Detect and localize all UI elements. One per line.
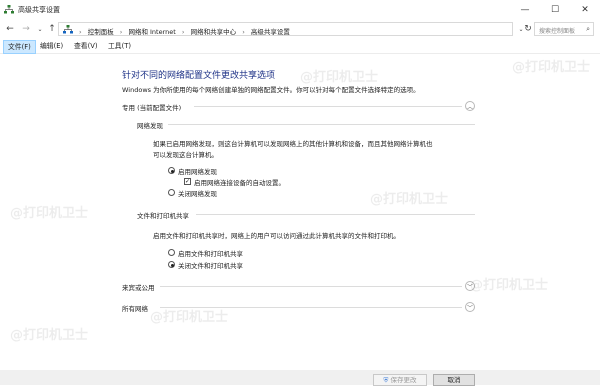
forward-arrow-icon: → [22,24,30,34]
forward-button[interactable]: → [20,23,32,35]
section-divider [168,124,475,125]
profile-private-label[interactable]: 专用 (当前配置文件) [122,102,181,112]
breadcrumb-network-sharing-center[interactable]: 网络和共享中心 [191,28,237,36]
file-sharing-description: 启用文件和打印机共享时，网络上的用户可以访问通过此计算机共享的文件和打印机。 [153,232,400,240]
watermark: @打印机卫士 [370,192,449,207]
cancel-button[interactable]: 取消 [433,374,475,386]
file-sharing-on-label[interactable]: 启用文件和打印机共享 [178,248,243,258]
address-bar[interactable]: › 控制面板 › 网络和 Internet › 网络和共享中心 › 高级共享设置 [58,22,513,36]
file-sharing-off-radio[interactable] [168,261,175,268]
menu-tools[interactable]: 工具(T) [104,40,135,52]
recent-locations-button[interactable]: ⌄ [34,23,46,35]
file-sharing-title: 文件和打印机共享 [137,212,189,220]
maximize-icon: ☐ [550,5,560,15]
close-icon: ✕ [581,5,589,15]
network-discovery-title: 网络发现 [137,122,163,130]
watermark: @打印机卫士 [512,60,591,75]
watermark: @打印机卫士 [300,70,379,85]
network-discovery-description-2: 可以发现这台计算机。 [153,151,218,159]
search-placeholder: 搜索控制面板 [539,28,576,35]
menu-bar: 文件(F) 编辑(E) 查看(V) 工具(T) [0,39,600,54]
chevron-down-icon: ⌄ [37,25,43,33]
page-heading: 针对不同的网络配置文件更改共享选项 [122,71,276,81]
breadcrumb-network-internet[interactable]: 网络和 Internet [128,28,175,36]
section-divider [160,286,462,287]
maximize-button[interactable]: ☐ [540,0,570,20]
minimize-button[interactable]: — [510,0,540,20]
section-divider [194,106,462,107]
search-input[interactable]: 搜索控制面板 ⌕ [534,22,594,36]
checkmark-icon: ✓ [185,178,191,185]
auto-setup-checkbox[interactable]: ✓ [184,178,191,185]
file-sharing-off-label[interactable]: 关闭文件和打印机共享 [178,260,243,270]
profile-all-toggle[interactable]: ﹀ [465,302,475,312]
watermark: @打印机卫士 [10,206,89,221]
up-arrow-icon: ↑ [48,24,56,34]
file-sharing-on-radio[interactable] [168,249,175,256]
footer-bar: ⛨ 保存更改 取消 [0,370,600,386]
chevron-up-icon: ︿ [466,103,473,111]
shield-icon: ⛨ [383,376,389,384]
minimize-icon: — [520,5,530,15]
address-row: ← → ⌄ ↑ › 控制面板 › 网络和 Internet › 网络和共享中心 … [0,20,600,38]
back-button[interactable]: ← [4,23,16,35]
back-arrow-icon: ← [6,24,14,34]
refresh-button[interactable]: ↻ [522,23,534,35]
breadcrumb-control-panel[interactable]: 控制面板 [88,28,114,36]
refresh-icon: ↻ [524,24,532,34]
network-discovery-off-label[interactable]: 关闭网络发现 [178,188,217,198]
up-button[interactable]: ↑ [46,23,58,35]
title-bar: 高级共享设置 — ☐ ✕ [0,0,600,20]
menu-edit[interactable]: 编辑(E) [36,40,67,52]
auto-setup-label[interactable]: 启用网络连接设备的自动设置。 [194,177,285,187]
watermark: @打印机卫士 [470,278,549,293]
breadcrumb: › 控制面板 › 网络和 Internet › 网络和共享中心 › 高级共享设置 [79,28,290,36]
search-icon: ⌕ [586,25,590,33]
section-divider [196,214,475,215]
network-icon [4,5,14,14]
window-title: 高级共享设置 [18,6,60,14]
save-changes-button[interactable]: ⛨ 保存更改 [373,374,427,386]
control-panel-icon [63,25,73,34]
profile-private-toggle[interactable]: ︿ [465,101,475,111]
close-button[interactable]: ✕ [570,0,600,20]
watermark: @打印机卫士 [10,328,89,343]
chevron-down-icon: ﹀ [466,304,473,312]
network-discovery-off-radio[interactable] [168,189,175,196]
content-area: 针对不同的网络配置文件更改共享选项 Windows 为你所使用的每个网络创建单独… [0,54,600,370]
watermark: @打印机卫士 [150,310,229,325]
menu-view[interactable]: 查看(V) [70,40,102,52]
menu-file[interactable]: 文件(F) [3,40,36,54]
network-discovery-on-radio[interactable] [168,167,175,174]
network-discovery-description-1: 如果已启用网络发现，则这台计算机可以发现网络上的其他计算机和设备，而且其他网络计… [153,140,433,148]
profile-guest-label[interactable]: 来宾或公用 [122,282,155,292]
breadcrumb-advanced-sharing[interactable]: 高级共享设置 [251,28,290,36]
page-description: Windows 为你所使用的每个网络创建单独的网络配置文件。你可以针对每个配置文… [122,86,420,94]
network-discovery-on-label[interactable]: 启用网络发现 [178,166,217,176]
profile-all-label[interactable]: 所有网络 [122,303,148,313]
save-changes-label: 保存更改 [390,376,417,384]
